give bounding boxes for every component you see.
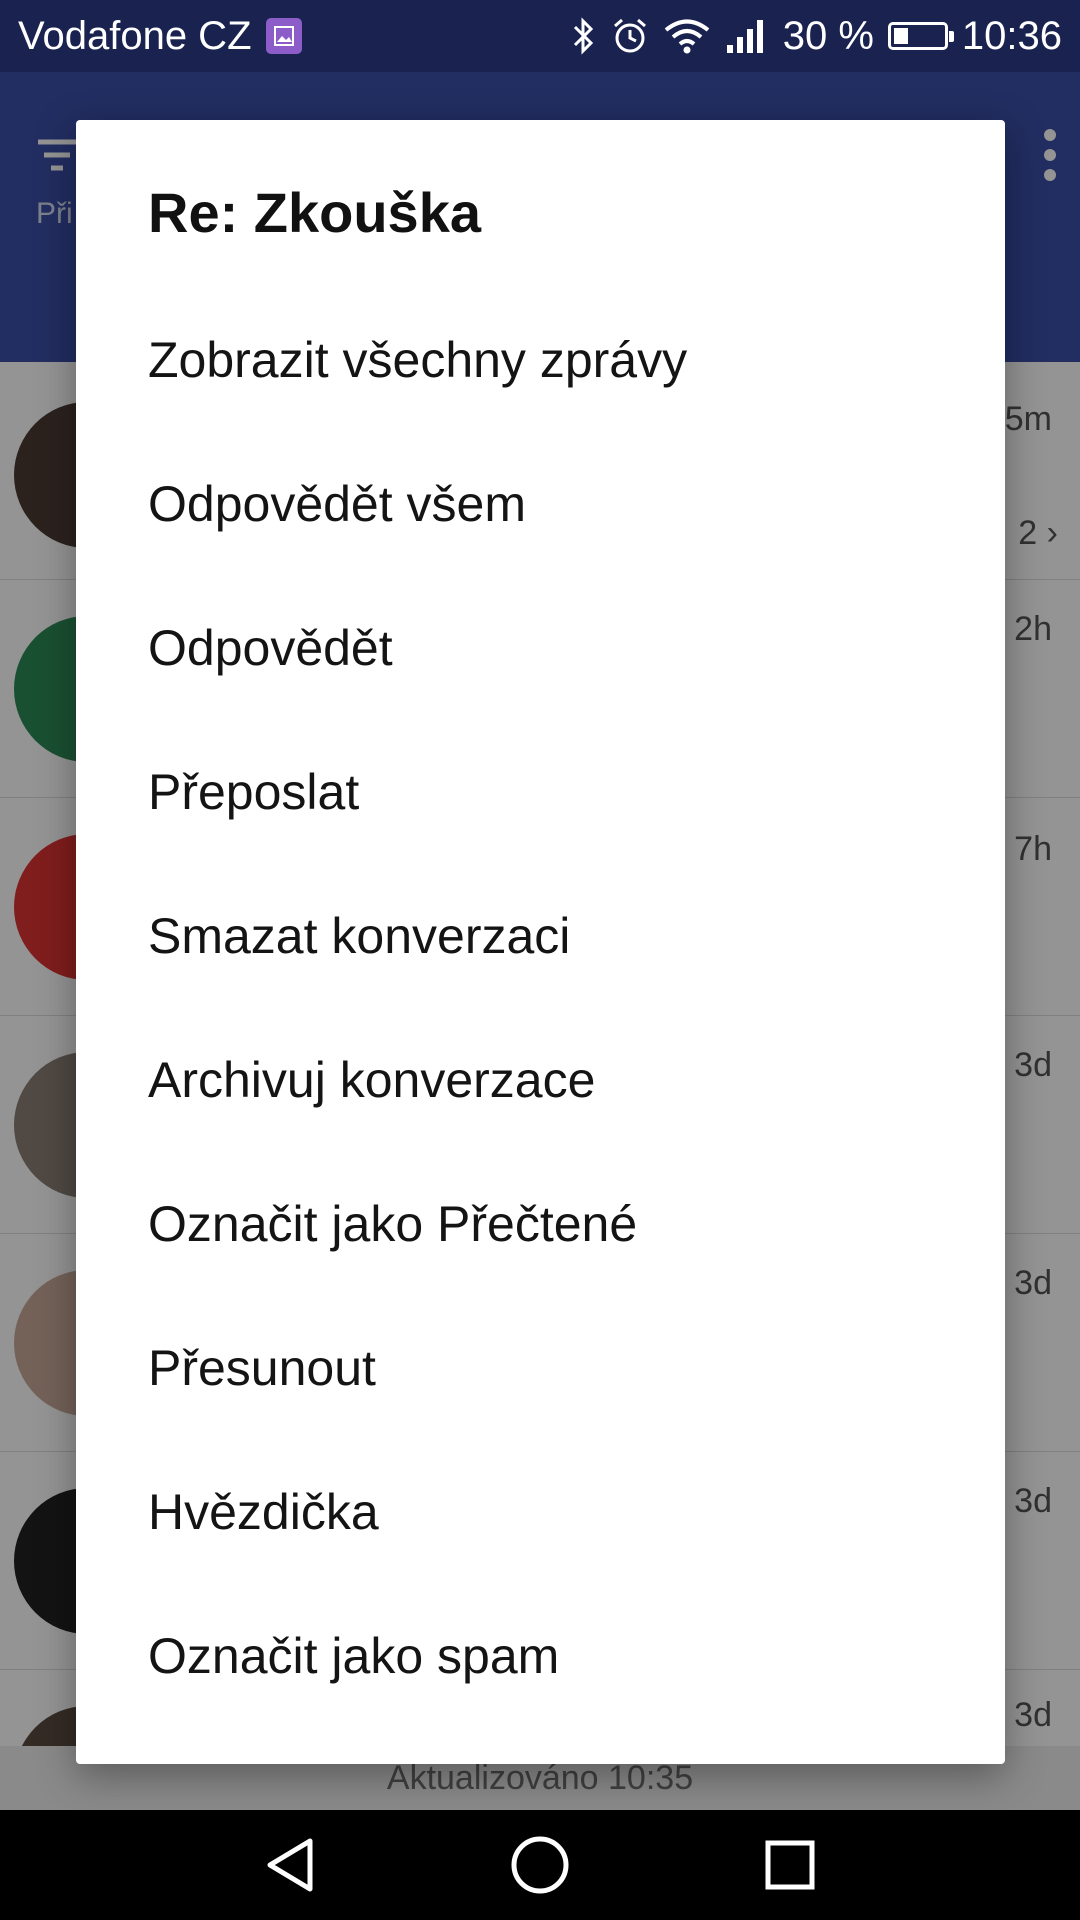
menu-item-delete-conversation[interactable]: Smazat konverzaci [76,864,1005,1008]
home-icon[interactable] [500,1825,580,1905]
signal-icon [725,17,769,55]
menu-item-mark-as-read[interactable]: Označit jako Přečtené [76,1152,1005,1296]
dialog-title: Re: Zkouška [148,181,481,244]
menu-item-reply-all[interactable]: Odpovědět všem [76,432,1005,576]
menu-item-reply[interactable]: Odpovědět [76,576,1005,720]
bluetooth-icon [571,17,597,55]
carrier-name: Vodafone CZ [18,13,252,58]
menu-item-show-all-messages[interactable]: Zobrazit všechny zprávy [76,288,1005,432]
menu-item-star[interactable]: Hvězdička [76,1440,1005,1584]
wifi-icon [663,17,711,55]
alarm-icon [611,17,649,55]
menu-item-move[interactable]: Přesunout [76,1296,1005,1440]
battery-percent: 30 % [782,13,874,58]
status-bar: Vodafone CZ 30 % 10:36 [0,0,1080,72]
menu-item-archive-conversation[interactable]: Archivuj konverzace [76,1008,1005,1152]
gallery-notification-icon [265,18,302,54]
clock: 10:36 [961,13,1062,58]
actions-menu: Zobrazit všechny zprávy Odpovědět všem O… [76,288,1005,1728]
menu-item-mark-as-spam[interactable]: Označit jako spam [76,1584,1005,1728]
menu-item-forward[interactable]: Přeposlat [76,720,1005,864]
navigation-bar [0,1810,1080,1920]
back-icon[interactable] [250,1825,330,1905]
conversation-actions-dialog: Re: Zkouška Zobrazit všechny zprávy Odpo… [76,120,1005,1764]
battery-icon [887,22,954,50]
recents-icon[interactable] [750,1825,830,1905]
